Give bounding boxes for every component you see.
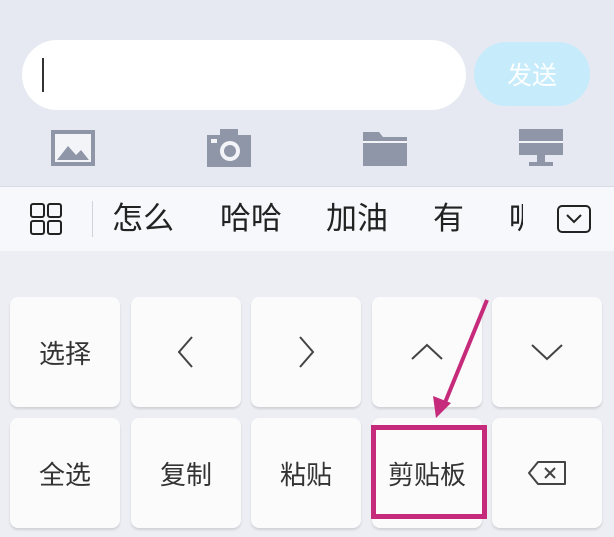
candidate-divider [92,201,93,237]
candidate-word[interactable]: 有 [433,197,464,241]
chat-input-area: 发送 [0,0,614,186]
cursor-down-key[interactable] [492,297,602,407]
candidate-word[interactable]: 呢 [509,197,523,241]
cursor-up-key[interactable] [372,297,482,407]
backspace-key[interactable] [492,418,602,528]
collapse-keyboard-icon[interactable] [557,205,591,233]
chevron-up-icon [411,343,443,360]
candidate-word[interactable]: 哈哈 [220,197,282,241]
image-icon[interactable] [50,128,96,168]
menu-grid-icon[interactable] [30,203,62,235]
camera-icon[interactable] [206,128,252,168]
chevron-down-icon [531,344,563,361]
send-button[interactable]: 发送 [474,42,590,106]
candidate-word[interactable]: 加油 [326,197,388,241]
copy-key[interactable]: 复制 [131,418,241,528]
paste-key[interactable]: 粘贴 [251,418,361,528]
select-all-key[interactable]: 全选 [10,418,120,528]
chevron-right-icon [299,336,315,368]
message-input[interactable] [22,40,466,110]
folder-icon[interactable] [362,128,408,168]
cursor-right-key[interactable] [251,297,361,407]
clipboard-key[interactable]: 剪贴板 [372,418,482,528]
backspace-icon [528,461,566,485]
cursor-left-key[interactable] [131,297,241,407]
text-caret [42,58,44,92]
candidate-bar: 怎么 哈哈 加油 有 呢 [0,186,614,251]
select-key[interactable]: 选择 [10,297,120,407]
desktop-icon[interactable] [518,128,564,168]
candidate-word[interactable]: 怎么 [112,197,174,241]
chevron-left-icon [177,336,193,368]
